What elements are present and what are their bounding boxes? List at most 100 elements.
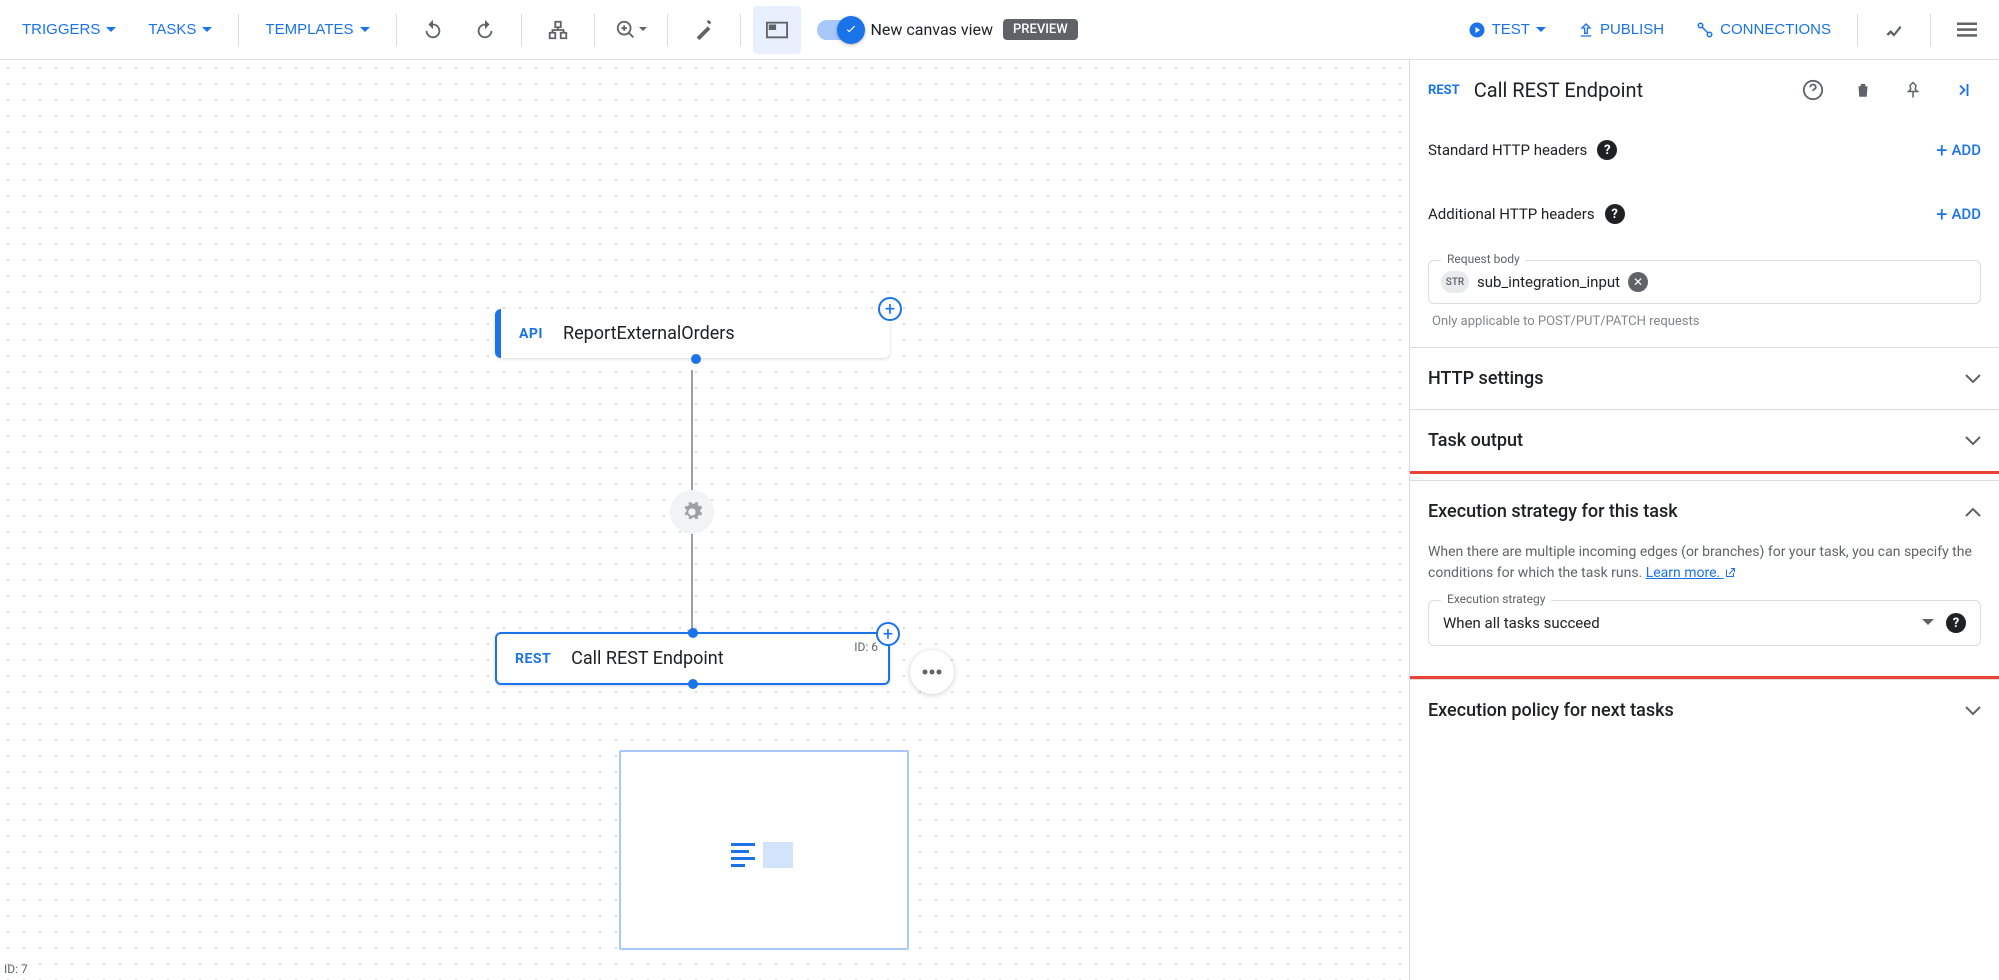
- separator: [740, 14, 741, 46]
- triggers-label: TRIGGERS: [22, 21, 100, 38]
- add-extra-header-button[interactable]: + ADD: [1936, 202, 1981, 226]
- minimap[interactable]: [619, 750, 909, 950]
- node-label: ReportExternalOrders: [563, 323, 735, 344]
- request-body-field[interactable]: Request body STR sub_integration_input ✕: [1428, 260, 1981, 304]
- exec-strategy-body: When there are multiple incoming edges (…: [1410, 542, 1999, 664]
- check-icon: [844, 23, 858, 37]
- pin-button[interactable]: [1895, 72, 1931, 108]
- chart-icon: [1884, 20, 1904, 40]
- exec-policy-accordion: Execution policy for next tasks: [1410, 679, 1999, 741]
- add-node-button[interactable]: +: [878, 297, 902, 321]
- zoom-icon: [615, 19, 637, 41]
- exec-strategy-header[interactable]: Execution strategy for this task: [1410, 481, 1999, 542]
- chevron-up-icon: [1965, 507, 1981, 517]
- task-node[interactable]: REST Call REST Endpoint ID: 6 +: [495, 632, 890, 685]
- exec-strategy-select[interactable]: Execution strategy When all tasks succee…: [1428, 600, 1981, 646]
- panel-icon: [766, 21, 788, 39]
- request-body-value: sub_integration_input: [1477, 273, 1620, 291]
- chevron-down-icon: [106, 27, 116, 33]
- test-button[interactable]: TEST: [1454, 13, 1560, 47]
- http-settings-header[interactable]: HTTP settings: [1410, 348, 1999, 409]
- chevron-down-icon: [202, 27, 212, 33]
- help-icon[interactable]: ?: [1605, 204, 1625, 224]
- menu-icon: [1957, 22, 1977, 38]
- task-output-title: Task output: [1428, 430, 1523, 451]
- analytics-button[interactable]: [1870, 6, 1918, 54]
- exec-strategy-value: When all tasks succeed: [1443, 614, 1922, 632]
- separator: [594, 14, 595, 46]
- help-button[interactable]: [1795, 72, 1831, 108]
- clear-button[interactable]: ✕: [1628, 272, 1648, 292]
- more-horiz-icon: [922, 669, 942, 675]
- trash-icon: [1854, 80, 1872, 100]
- panel-header: REST Call REST Endpoint: [1410, 60, 1999, 120]
- panel-badge: REST: [1428, 83, 1460, 98]
- menu-button[interactable]: [1943, 6, 1991, 54]
- node-port[interactable]: [688, 679, 698, 689]
- node-more-button[interactable]: [910, 650, 954, 694]
- panel-title: Call REST Endpoint: [1474, 78, 1781, 102]
- canvas-view-toggle: New canvas view PREVIEW: [817, 19, 1078, 40]
- templates-menu[interactable]: TEMPLATES: [251, 13, 383, 46]
- edge-settings[interactable]: [670, 490, 714, 534]
- http-settings-accordion: HTTP settings: [1410, 347, 1999, 409]
- node-id: ID: 6: [854, 640, 878, 654]
- play-circle-icon: [1468, 21, 1486, 39]
- minimap-content: [731, 842, 793, 868]
- exec-strategy-legend: Execution strategy: [1441, 592, 1551, 606]
- exec-strategy-highlight: Execution strategy for this task When th…: [1409, 471, 1999, 679]
- external-link-icon: [1724, 567, 1736, 579]
- chevron-down-icon: [1965, 374, 1981, 384]
- add-headers-label: Additional HTTP headers ?: [1428, 204, 1625, 224]
- add-node-button[interactable]: +: [876, 622, 900, 646]
- help-icon[interactable]: ?: [1946, 613, 1966, 633]
- triggers-menu[interactable]: TRIGGERS: [8, 13, 130, 46]
- type-chip: STR: [1441, 271, 1469, 293]
- toggle-switch[interactable]: [817, 20, 861, 40]
- add-std-header-button[interactable]: + ADD: [1936, 138, 1981, 162]
- headers-section: Standard HTTP headers ? + ADD Additional…: [1410, 120, 1999, 347]
- redo-button[interactable]: [461, 6, 509, 54]
- undo-button[interactable]: [409, 6, 457, 54]
- chevron-down-icon: [1965, 706, 1981, 716]
- pin-icon: [1904, 80, 1922, 100]
- connections-icon: [1696, 21, 1714, 39]
- separator: [1930, 14, 1931, 46]
- new-canvas-label: New canvas view: [871, 20, 994, 39]
- tasks-menu[interactable]: TASKS: [134, 13, 226, 46]
- collapse-button[interactable]: [1945, 72, 1981, 108]
- exec-strategy-desc: When there are multiple incoming edges (…: [1428, 542, 1981, 584]
- request-body-hint: Only applicable to POST/PUT/PATCH reques…: [1428, 314, 1981, 329]
- gear-icon: [681, 501, 703, 523]
- chevron-down-icon: [1965, 436, 1981, 446]
- help-circle-icon: [1802, 79, 1824, 101]
- task-output-accordion: Task output: [1410, 409, 1999, 471]
- chevron-down-icon: [639, 27, 647, 32]
- undo-icon: [422, 19, 444, 41]
- task-output-header[interactable]: Task output: [1410, 410, 1999, 471]
- connections-label: CONNECTIONS: [1720, 21, 1831, 38]
- help-icon[interactable]: ?: [1597, 140, 1617, 160]
- separator: [667, 14, 668, 46]
- chevron-down-icon: [1922, 619, 1934, 627]
- node-port[interactable]: [688, 628, 698, 638]
- chevron-down-icon: [1536, 27, 1546, 33]
- separator: [238, 14, 239, 46]
- publish-button[interactable]: PUBLISH: [1564, 13, 1678, 47]
- publish-label: PUBLISH: [1600, 21, 1664, 38]
- zoom-button[interactable]: [607, 6, 655, 54]
- delete-button[interactable]: [1845, 72, 1881, 108]
- connections-button[interactable]: CONNECTIONS: [1682, 13, 1845, 47]
- canvas[interactable]: ID: 7 API ReportExternalOrders + REST Ca…: [0, 60, 1409, 980]
- learn-more-link[interactable]: Learn more.: [1646, 565, 1736, 581]
- exec-policy-title: Execution policy for next tasks: [1428, 700, 1674, 721]
- node-type-badge: REST: [515, 651, 551, 667]
- trigger-node[interactable]: API ReportExternalOrders +: [495, 309, 890, 358]
- panel-toggle-button[interactable]: [753, 6, 801, 54]
- layout-button[interactable]: [534, 6, 582, 54]
- exec-policy-header[interactable]: Execution policy for next tasks: [1410, 680, 1999, 741]
- preview-badge: PREVIEW: [1003, 19, 1078, 40]
- upload-icon: [1578, 21, 1594, 39]
- magic-button[interactable]: [680, 6, 728, 54]
- node-port[interactable]: [691, 354, 701, 364]
